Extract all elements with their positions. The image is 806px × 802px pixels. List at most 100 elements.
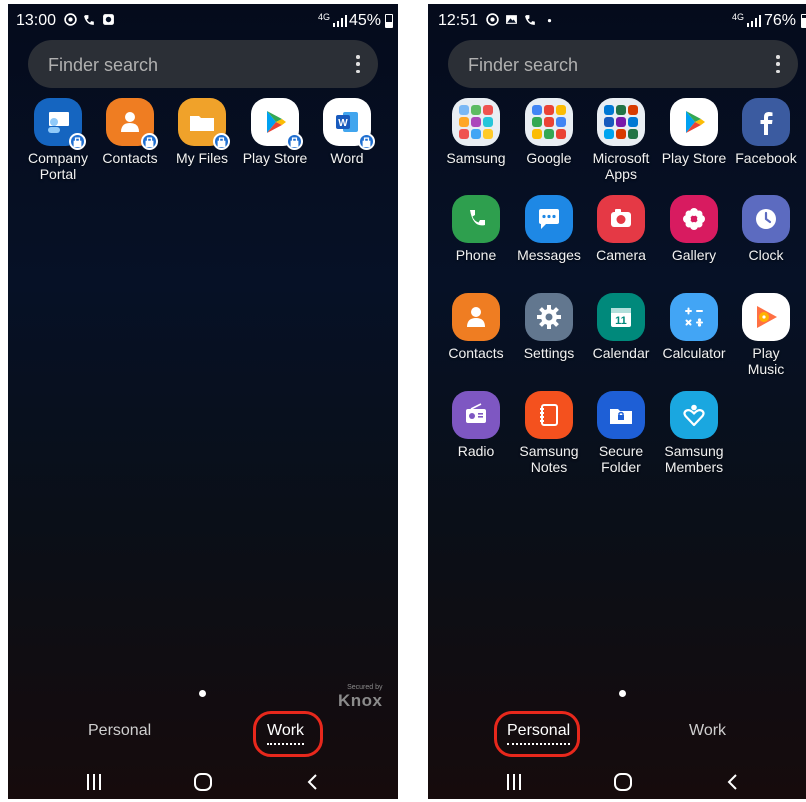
app-label: Calculator — [662, 345, 726, 361]
navigation-bar — [8, 762, 398, 799]
app-label: Gallery — [671, 247, 717, 263]
app-settings[interactable]: Settings — [512, 293, 586, 361]
app-label: Settings — [523, 345, 575, 361]
clock-icon — [742, 195, 790, 243]
finder-search-bar[interactable] — [448, 40, 798, 88]
app-secure-folder[interactable]: Secure Folder — [584, 391, 658, 475]
app-label: Camera — [596, 247, 646, 263]
app-calculator[interactable]: Calculator — [657, 293, 731, 361]
camera-icon — [597, 195, 645, 243]
app-google-folder[interactable]: Google — [512, 98, 586, 166]
person-icon — [452, 293, 500, 341]
battery-percent: 76% — [764, 12, 797, 29]
app-label: Play Store — [661, 150, 727, 166]
app-my-files[interactable]: My Files — [165, 98, 239, 166]
app-company-portal[interactable]: Company Portal — [21, 98, 95, 182]
app-play-music[interactable]: Play Music — [729, 293, 803, 377]
app-messages[interactable]: Messages — [512, 195, 586, 263]
wifi-calling-icon — [524, 13, 537, 26]
notes-icon — [525, 391, 573, 439]
folder-icon — [597, 98, 645, 146]
gear-icon — [525, 293, 573, 341]
app-word[interactable]: W Word — [310, 98, 384, 166]
back-icon[interactable] — [302, 772, 324, 792]
dot-icon — [543, 13, 556, 26]
search-input[interactable] — [46, 52, 330, 78]
back-icon[interactable] — [722, 772, 744, 792]
knox-logo: Secured by Knox — [338, 684, 383, 710]
work-badge-icon — [141, 133, 158, 150]
finder-search-bar[interactable] — [28, 40, 378, 88]
app-label: Secure Folder — [598, 443, 644, 475]
word-icon: W — [323, 98, 375, 150]
target-icon — [486, 13, 499, 26]
instagram-icon — [102, 13, 115, 26]
app-samsung-folder[interactable]: Samsung — [439, 98, 513, 166]
page-indicator — [619, 690, 626, 697]
person-icon — [106, 98, 158, 150]
annotation-circle — [494, 711, 580, 757]
app-label: Contacts — [448, 345, 504, 361]
svg-text:11: 11 — [615, 315, 627, 327]
app-play-store[interactable]: Play Store — [238, 98, 312, 166]
app-label: Microsoft Apps — [592, 150, 650, 182]
signal-icon — [746, 14, 762, 27]
recent-apps-icon[interactable] — [503, 772, 525, 792]
home-icon[interactable] — [192, 772, 214, 792]
app-clock[interactable]: Clock — [729, 195, 803, 263]
home-icon[interactable] — [612, 772, 634, 792]
more-options-icon[interactable] — [774, 52, 782, 76]
app-gallery[interactable]: Gallery — [657, 195, 731, 263]
app-label: Clock — [748, 247, 784, 263]
work-badge-icon — [213, 133, 230, 150]
heart-icon — [670, 391, 718, 439]
tab-work[interactable]: Work — [689, 722, 726, 740]
play-store-icon — [251, 98, 303, 150]
wifi-calling-icon — [83, 13, 96, 26]
work-profile-screen: 13:00 4G 45% Company Portal Contacts — [8, 4, 398, 799]
app-radio[interactable]: Radio — [439, 391, 513, 459]
app-calendar[interactable]: 11 Calendar — [584, 293, 658, 361]
app-contacts[interactable]: Contacts — [93, 98, 167, 166]
battery-icon — [801, 14, 806, 28]
app-label: Calendar — [592, 345, 650, 361]
app-samsung-members[interactable]: Samsung Members — [657, 391, 731, 475]
app-microsoft-apps-folder[interactable]: Microsoft Apps — [584, 98, 658, 182]
network-type: 4G — [732, 12, 745, 22]
network-type: 4G — [318, 12, 331, 22]
image-icon — [505, 13, 518, 26]
page-indicator — [199, 690, 206, 697]
search-input[interactable] — [466, 52, 750, 78]
app-label: Facebook — [735, 150, 797, 166]
app-label: Samsung — [446, 150, 506, 166]
status-bar: 12:51 4G 76% — [428, 4, 806, 36]
navigation-bar — [428, 762, 806, 799]
folder-icon — [452, 98, 500, 146]
status-time: 13:00 — [16, 12, 57, 29]
work-badge-icon — [69, 133, 86, 150]
play-store-icon — [670, 98, 718, 146]
app-label: Play Music — [747, 345, 785, 377]
app-label: Samsung Members — [664, 443, 724, 475]
status-time: 12:51 — [438, 12, 479, 29]
app-label: Radio — [457, 443, 495, 459]
target-icon — [64, 13, 77, 26]
app-phone[interactable]: Phone — [439, 195, 513, 263]
phone-icon — [452, 195, 500, 243]
app-contacts[interactable]: Contacts — [439, 293, 513, 361]
play-music-icon — [742, 293, 790, 341]
annotation-circle — [253, 711, 323, 757]
recent-apps-icon[interactable] — [83, 772, 105, 792]
work-badge-icon — [358, 133, 375, 150]
svg-text:W: W — [338, 118, 348, 129]
tab-personal[interactable]: Personal — [88, 722, 151, 740]
app-camera[interactable]: Camera — [584, 195, 658, 263]
secure-folder-icon — [597, 391, 645, 439]
calculator-icon — [670, 293, 718, 341]
more-options-icon[interactable] — [354, 52, 362, 76]
signal-icon — [332, 14, 348, 27]
app-samsung-notes[interactable]: Samsung Notes — [512, 391, 586, 475]
app-facebook[interactable]: Facebook — [729, 98, 803, 166]
work-badge-icon — [286, 133, 303, 150]
app-play-store[interactable]: Play Store — [657, 98, 731, 166]
